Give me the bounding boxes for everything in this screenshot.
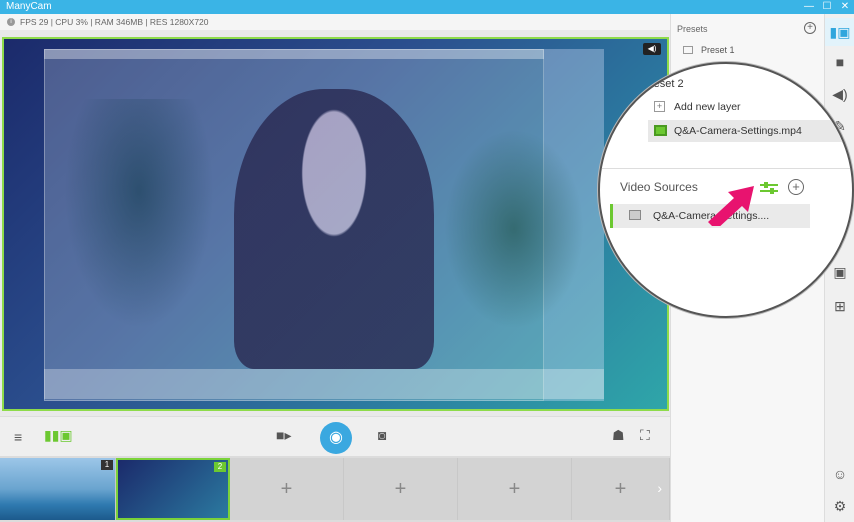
add-preset-icon[interactable]: + [804, 22, 816, 34]
preview-person [234, 89, 434, 369]
control-bar: ≡ ▮▮▣ ■▸ ◉ ◙ ☗ ⛶ [0, 416, 670, 456]
video-tab-icon[interactable]: ■ [825, 54, 854, 70]
presets-tab-icon[interactable]: ▮▣ [825, 18, 854, 46]
fullscreen-icon[interactable]: ⛶ [640, 427, 650, 444]
preset-item[interactable]: Preset 1 [671, 42, 825, 58]
camera-icon[interactable]: ■▸ [276, 427, 291, 444]
app-title: ManyCam [6, 1, 52, 12]
thumbnail-2[interactable]: 2 [116, 458, 230, 520]
widgets-tab-icon[interactable]: ⊞ [825, 298, 854, 315]
add-thumbnail-button[interactable]: + [572, 458, 670, 520]
add-source-icon[interactable]: + [788, 179, 804, 195]
window-controls: — ☐ ✕ [804, 0, 850, 14]
account-icon[interactable]: ☺ [825, 466, 854, 482]
minimize-icon[interactable]: — [804, 0, 814, 14]
snapshot-icon[interactable]: ◙ [378, 427, 386, 443]
image-icon [629, 210, 641, 220]
layer-item[interactable]: Q&A-Camera-Settings.mp4 [648, 120, 848, 142]
preset-icon [683, 46, 693, 54]
status-bar: i FPS 29 | CPU 3% | RAM 346MB | RES 1280… [0, 14, 670, 30]
adjust-sliders-icon[interactable] [760, 181, 778, 195]
add-layer-label: Add new layer [674, 101, 741, 113]
preview-screen-strip [44, 369, 604, 399]
preview-plant-left [64, 99, 214, 329]
info-icon[interactable]: i [7, 18, 15, 26]
title-bar: ManyCam — ☐ ✕ [0, 0, 854, 14]
thumbnail-badge: 2 [214, 462, 226, 472]
add-thumbnail-button[interactable]: + [230, 458, 344, 520]
pink-arrow-icon [708, 186, 754, 226]
thumbnail-strip: 1 2 + + + + › [0, 456, 670, 522]
chevron-right-icon[interactable]: › [657, 480, 662, 496]
broadcast-button[interactable]: ◉ [320, 422, 352, 454]
add-thumbnail-button[interactable]: + [344, 458, 458, 520]
plus-icon: + [654, 101, 665, 112]
image-tab-icon[interactable]: ▣ [825, 264, 854, 281]
status-text: FPS 29 | CPU 3% | RAM 346MB | RES 1280X7… [20, 17, 209, 27]
presets-view-icon[interactable]: ▮▮▣ [44, 427, 73, 444]
thumbnail-badge: 1 [101, 460, 113, 470]
preview-screen-titlebar [44, 49, 544, 59]
main-preview[interactable]: ◀) [2, 37, 669, 411]
add-layer-item[interactable]: + Add new layer [648, 96, 848, 118]
preview-plant-right [444, 129, 584, 329]
playlist-icon[interactable]: ≡ [14, 429, 22, 445]
close-icon[interactable]: ✕ [840, 0, 850, 14]
right-icon-bar: ▮▣ ■ ◀) ✎ ∫ ◷ ▦ ▣ ⊞ ☺ ⚙ [824, 14, 854, 522]
layer-label: Q&A-Camera-Settings.mp4 [674, 125, 802, 137]
mask-icon[interactable]: ☗ [612, 427, 625, 444]
maximize-icon[interactable]: ☐ [822, 0, 832, 14]
video-layer-icon [654, 125, 667, 136]
add-thumbnail-button[interactable]: + [458, 458, 572, 520]
preset-label: Preset 1 [701, 45, 735, 55]
divider [600, 168, 852, 169]
speaker-icon[interactable]: ◀) [643, 43, 661, 55]
preset-2-label[interactable]: reset 2 [650, 78, 684, 90]
presets-title: Presets [677, 24, 708, 34]
video-sources-title: Video Sources [620, 180, 698, 194]
thumbnail-1[interactable]: 1 [0, 458, 116, 520]
settings-gear-icon[interactable]: ⚙ [825, 498, 854, 515]
